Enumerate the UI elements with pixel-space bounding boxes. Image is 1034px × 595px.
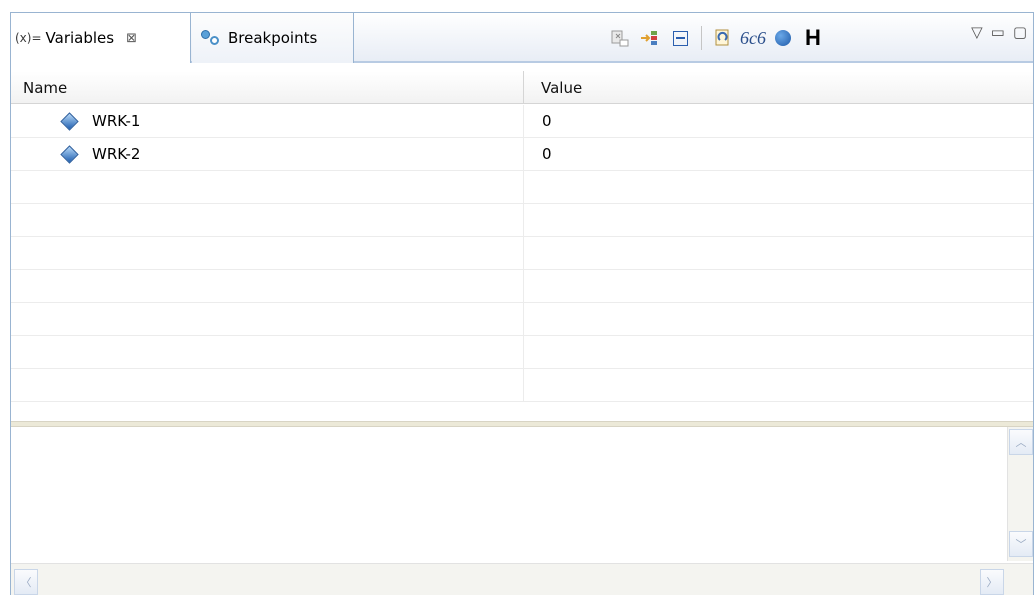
tab-variables-label: Variables: [45, 29, 115, 47]
variable-name: WRK-1: [92, 112, 141, 130]
empty-row: [11, 171, 1033, 204]
empty-row: [11, 204, 1033, 237]
value-cell[interactable]: 0: [524, 138, 1033, 170]
close-icon[interactable]: ⊠: [126, 31, 137, 46]
show-type-names-icon[interactable]: [605, 23, 635, 53]
variable-diamond-icon: [60, 144, 79, 164]
table-row[interactable]: WRK-1 0: [11, 105, 1033, 138]
collapse-all-icon[interactable]: [665, 23, 695, 53]
scroll-left-icon[interactable]: 〈: [14, 569, 38, 595]
column-header-name[interactable]: Name: [11, 71, 524, 104]
empty-row: [11, 237, 1033, 270]
empty-row: [11, 270, 1033, 303]
table-row[interactable]: WRK-2 0: [11, 138, 1033, 171]
view-menu-icon[interactable]: ▽: [971, 23, 983, 41]
toolbar-separator: [701, 26, 702, 50]
scroll-down-icon[interactable]: ﹀: [1009, 531, 1033, 557]
minimize-icon[interactable]: ▭: [991, 23, 1005, 41]
variables-view: (x)= Variables ⊠ Breakpoints 6c6 H ▽ ▭ ▢…: [10, 12, 1034, 595]
empty-row: [11, 303, 1033, 336]
name-cell: WRK-2: [11, 138, 524, 170]
vertical-scrollbar[interactable]: ︿ ﹀: [1007, 427, 1033, 561]
variable-diamond-icon: [60, 111, 79, 131]
hex-icon[interactable]: H: [798, 23, 828, 53]
blue-dot-icon[interactable]: [768, 23, 798, 53]
scroll-up-icon[interactable]: ︿: [1009, 429, 1033, 455]
show-logical-structure-icon[interactable]: [635, 23, 665, 53]
watch-glasses-icon[interactable]: 6c6: [738, 23, 768, 53]
view-toolbar: 6c6 H: [605, 23, 828, 53]
refresh-icon[interactable]: [708, 23, 738, 53]
name-cell: WRK-1: [11, 105, 524, 137]
scroll-right-icon[interactable]: 〉: [980, 569, 1004, 595]
value-cell[interactable]: 0: [524, 105, 1033, 137]
empty-row: [11, 369, 1033, 402]
detail-pane[interactable]: ︿ ﹀ 〈 〉: [11, 427, 1033, 595]
variables-icon: (x)=: [15, 31, 42, 45]
variable-name: WRK-2: [92, 145, 141, 163]
maximize-icon[interactable]: ▢: [1013, 23, 1027, 41]
empty-row: [11, 336, 1033, 369]
window-controls: ▽ ▭ ▢: [971, 23, 1027, 41]
tab-breakpoints-label: Breakpoints: [228, 29, 318, 47]
column-header-value[interactable]: Value: [524, 71, 1033, 104]
table-header: Name Value: [11, 71, 1033, 104]
variables-table: WRK-1 0 WRK-2 0: [11, 105, 1033, 421]
tab-variables[interactable]: (x)= Variables ⊠: [11, 13, 191, 63]
horizontal-scrollbar[interactable]: 〈 〉: [11, 563, 1033, 595]
tab-breakpoints[interactable]: Breakpoints: [192, 13, 354, 63]
tab-bar: (x)= Variables ⊠ Breakpoints 6c6 H ▽ ▭ ▢: [11, 13, 1033, 63]
breakpoints-icon: [200, 29, 222, 47]
